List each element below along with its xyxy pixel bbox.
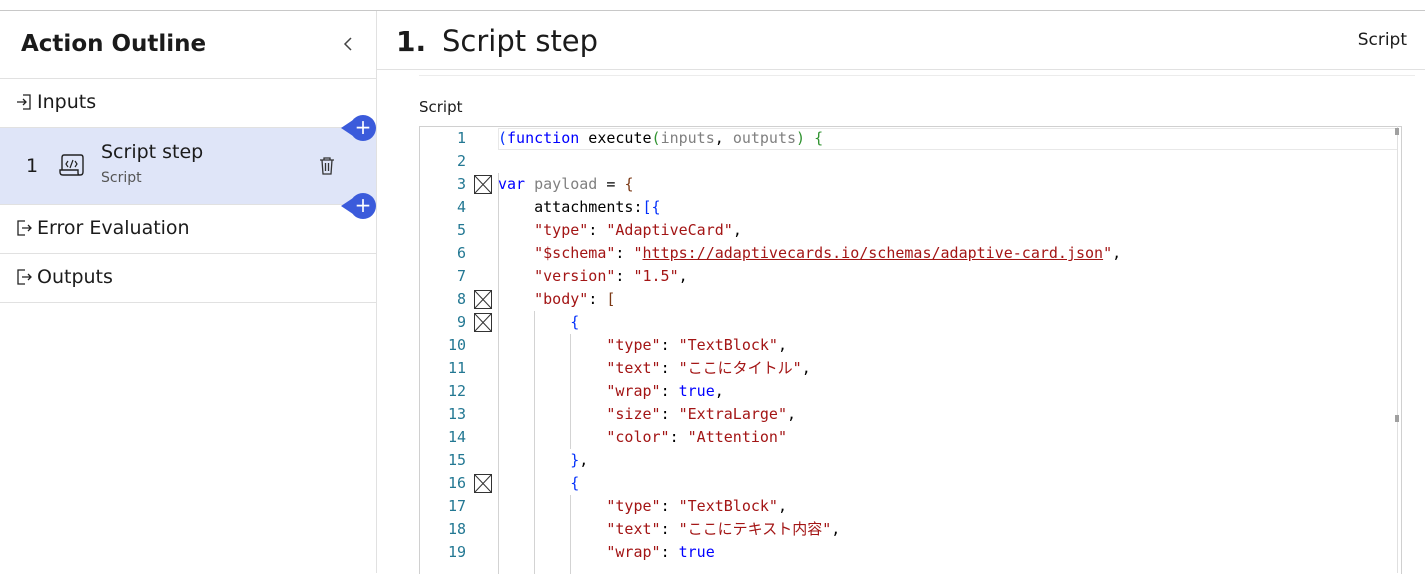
line-number: 17 [447, 497, 466, 515]
code-line: 6 "$schema": "https://adaptivecards.io/s… [420, 242, 1401, 265]
code-text: "type": "AdaptiveCard", [534, 221, 742, 239]
code-line: 19 "wrap": true [420, 541, 1401, 564]
sidebar-item-label: Error Evaluation [37, 217, 190, 239]
sign-out-icon [14, 218, 34, 238]
line-number: 14 [447, 428, 466, 446]
line-number: 7 [456, 267, 466, 285]
delete-trash-icon[interactable] [318, 156, 336, 176]
line-number: 16 [447, 474, 466, 492]
fold-toggle-icon[interactable] [474, 175, 492, 194]
line-number: 19 [447, 543, 466, 561]
code-line: 18 "text": "ここにテキスト内容", [420, 518, 1401, 541]
code-line: 2 [420, 150, 1401, 173]
divider [377, 69, 1425, 70]
code-text: "size": "ExtraLarge", [606, 405, 797, 423]
code-line: 17 "type": "TextBlock", [420, 495, 1401, 518]
line-number: 1 [456, 129, 466, 147]
code-text: "body": [ [534, 290, 616, 308]
line-number: 15 [447, 451, 466, 469]
code-text: "text": "ここにタイトル", [606, 359, 811, 377]
page-title: Script step [442, 24, 599, 58]
line-number: 2 [456, 152, 466, 170]
code-line: 11 "text": "ここにタイトル", [420, 357, 1401, 380]
code-text: "wrap": true [606, 543, 715, 561]
line-number: 3 [456, 175, 466, 193]
sidebar-item-label: Outputs [37, 266, 113, 288]
action-outline-sidebar: Action Outline Inputs 1 Script step Scri… [0, 11, 377, 573]
line-number: 12 [447, 382, 466, 400]
sidebar-item-inputs[interactable]: Inputs [0, 79, 376, 128]
step-editor-panel: 1. Script step Script Script 1 (function… [377, 11, 1425, 574]
code-text: "type": "TextBlock", [606, 336, 787, 354]
line-number: 11 [447, 359, 466, 377]
code-text: "$schema": "https://adaptivecards.io/sch… [534, 244, 1122, 262]
fold-toggle-icon[interactable] [474, 474, 492, 493]
code-text: "wrap": true, [606, 382, 724, 400]
editor-scrollbar-track[interactable] [1397, 126, 1398, 573]
fold-toggle-icon[interactable] [474, 313, 492, 332]
code-line: 8 "body": [ [420, 288, 1401, 311]
code-line: 13 "size": "ExtraLarge", [420, 403, 1401, 426]
sidebar-item-outputs[interactable]: Outputs [0, 254, 376, 303]
step-number: 1 [26, 155, 39, 177]
line-number: 13 [447, 405, 466, 423]
code-text: (function execute(inputs, outputs) { [498, 129, 824, 147]
step-number-heading: 1. [396, 25, 427, 58]
code-line: 1 (function execute(inputs, outputs) { [420, 127, 1401, 150]
sidebar-item-script-step[interactable]: 1 Script step Script [0, 128, 376, 205]
add-step-button[interactable]: + [341, 115, 376, 141]
code-line: 12 "wrap": true, [420, 380, 1401, 403]
code-line: 10 "type": "TextBlock", [420, 334, 1401, 357]
code-line: 4 attachments:[{ [420, 196, 1401, 219]
code-line: 7 "version": "1.5", [420, 265, 1401, 288]
script-icon [56, 150, 88, 182]
code-editor[interactable]: 1 (function execute(inputs, outputs) { 2… [419, 126, 1402, 574]
scrollbar-marker [1395, 128, 1399, 135]
line-number: 5 [456, 221, 466, 239]
script-field-label: Script [419, 98, 463, 116]
line-number: 6 [456, 244, 466, 262]
code-line: 3 var payload = { [420, 173, 1401, 196]
code-text: }, [570, 451, 589, 469]
line-number: 18 [447, 520, 466, 538]
scrollbar-marker [1395, 415, 1399, 422]
code-text: { [570, 313, 580, 331]
line-number: 8 [456, 290, 466, 308]
code-line: 14 "color": "Attention" [420, 426, 1401, 449]
line-number: 9 [456, 313, 466, 331]
code-line: 15 }, [420, 449, 1401, 472]
sidebar-item-error-evaluation[interactable]: Error Evaluation [0, 205, 376, 254]
line-number: 10 [447, 336, 466, 354]
add-step-button[interactable]: + [341, 193, 376, 219]
collapse-chevron-icon[interactable] [339, 33, 357, 55]
code-text: var payload = { [498, 175, 634, 193]
step-type-label: Script [1357, 30, 1407, 50]
code-line: 5 "type": "AdaptiveCard", [420, 219, 1401, 242]
code-line: 9 { [420, 311, 1401, 334]
sign-out-icon [14, 267, 34, 287]
code-text: "color": "Attention" [606, 428, 787, 446]
code-text: "text": "ここにテキスト内容", [606, 520, 841, 538]
code-line: 16 { [420, 472, 1401, 495]
fold-toggle-icon[interactable] [474, 290, 492, 309]
sidebar-header: Action Outline [0, 11, 376, 79]
sign-in-icon [14, 92, 34, 112]
sidebar-title: Action Outline [21, 31, 207, 57]
sidebar-item-label: Inputs [37, 91, 97, 113]
step-title: Script step [101, 141, 204, 163]
code-text: "type": "TextBlock", [606, 497, 787, 515]
line-number: 4 [456, 198, 466, 216]
code-text: "version": "1.5", [534, 267, 688, 285]
code-text: { [570, 474, 580, 492]
divider [419, 75, 1415, 76]
step-subtitle: Script [101, 170, 142, 186]
code-text: attachments:[{ [498, 198, 661, 216]
